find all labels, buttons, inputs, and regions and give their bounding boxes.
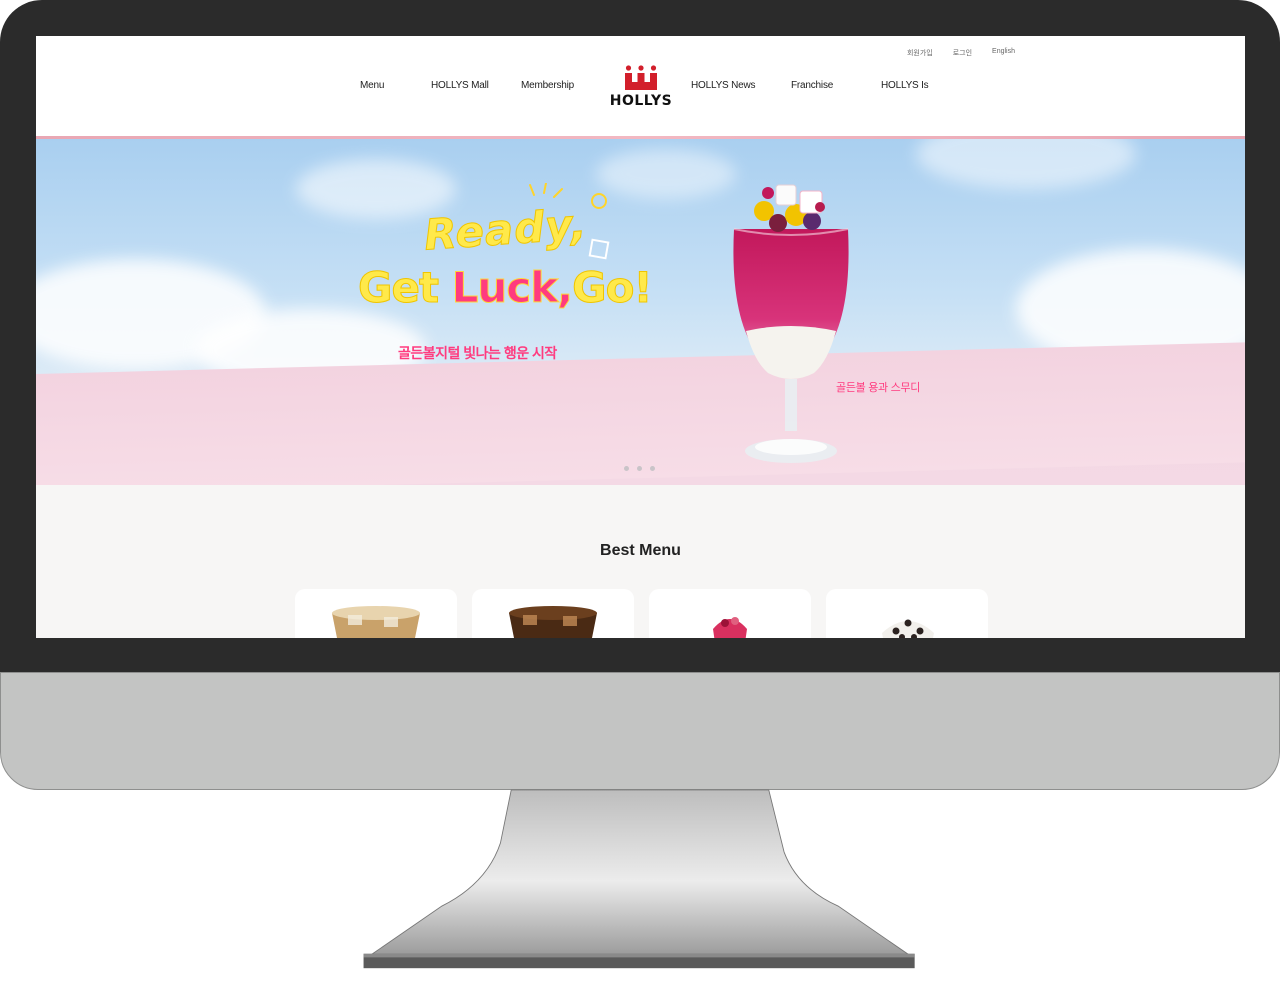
best-menu-card[interactable] [649,589,811,638]
signup-link[interactable]: 회원가입 [907,48,933,58]
hero-headline-luck: Luck, [451,263,573,313]
hero-banner[interactable]: Ready, Get Luck,Go! 골든볼지털 빛나는 행운 시작 골든볼 … [36,139,1245,485]
product-caption: 골든볼 용과 스무디 [836,382,921,394]
slide-dot-3[interactable] [650,466,655,471]
nav-hollys-is[interactable]: HOLLYS Is [881,80,929,91]
login-link[interactable]: 로그인 [953,48,972,58]
best-menu-section: Best Menu [36,485,1245,638]
cookie-frappe-image [882,619,934,638]
nav-membership[interactable]: Membership [521,80,574,91]
berry-drink-image [713,612,747,638]
best-menu-card[interactable] [826,589,988,638]
best-menu-card[interactable] [295,589,457,638]
nav-hollys-mall[interactable]: HOLLYS Mall [431,80,489,91]
iced-coffee-image [332,606,420,638]
nav-franchise[interactable]: Franchise [791,80,833,91]
monitor-chin [0,672,1280,790]
english-link[interactable]: English [992,48,1015,58]
utility-links: 회원가입 로그인 English [907,48,1015,58]
iced-americano-image [509,606,597,638]
best-menu-card[interactable] [472,589,634,638]
brand-wordmark: HOLLYS [609,93,673,109]
slide-dot-1[interactable] [624,466,629,471]
crown-icon [625,65,657,90]
hero-headline-line2: Get Luck,Go! [358,263,654,313]
hero-headline-get: Get [358,263,452,313]
hollys-logo[interactable]: HOLLYS [606,64,676,118]
hero-headline-go: Go! [572,263,653,313]
slide-dot-2[interactable] [637,466,642,471]
nav-hollys-news[interactable]: HOLLYS News [691,80,756,91]
nav-menu[interactable]: Menu [360,80,384,91]
screen: 회원가입 로그인 English Menu HOLLYS Mall Member… [36,36,1245,638]
smoothie-product-image [733,184,849,463]
hero-subtitle: 골든볼지털 빛나는 행운 시작 [398,345,557,361]
best-menu-title: Best Menu [600,542,681,559]
slide-pagination [624,466,655,471]
monitor-stand [363,789,915,969]
cloud [916,139,1136,189]
